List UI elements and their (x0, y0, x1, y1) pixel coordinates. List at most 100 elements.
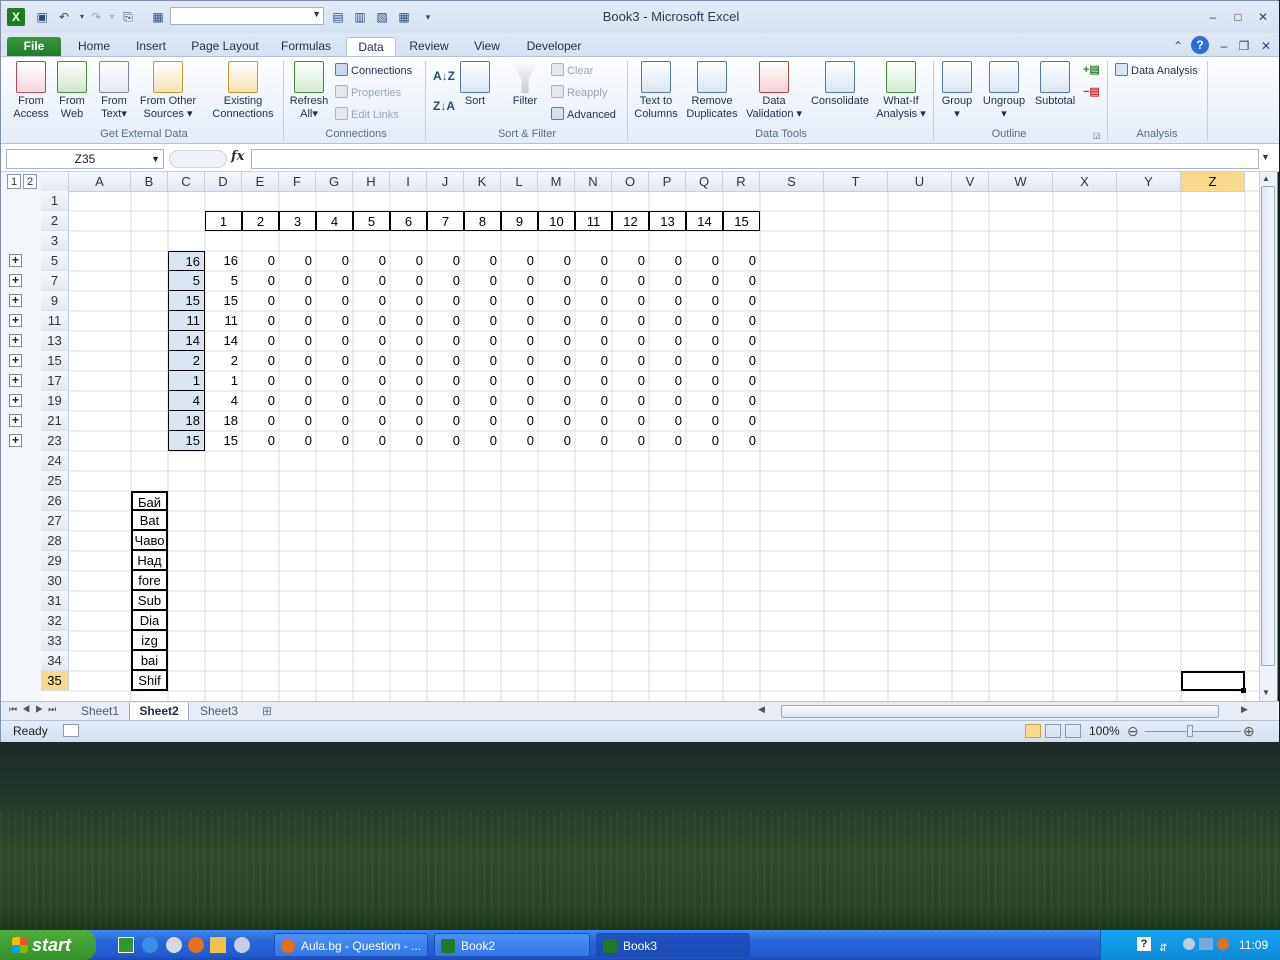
zero-cell[interactable]: 0 (538, 311, 575, 331)
calculator-icon[interactable]: ▦ (149, 8, 167, 26)
zero-cell[interactable]: 0 (427, 351, 464, 371)
zero-cell[interactable]: 0 (501, 431, 538, 451)
expand-group-button[interactable]: + (9, 394, 22, 407)
value-cell-c[interactable]: 14 (168, 331, 205, 351)
formula-bar-resize-handle[interactable] (169, 150, 227, 168)
subtotal-button[interactable]: Subtotal (1031, 61, 1079, 108)
undo-icon[interactable]: ↶ (55, 8, 73, 26)
zero-cell[interactable]: 0 (279, 291, 316, 311)
zero-cell[interactable]: 0 (575, 271, 612, 291)
properties-button[interactable]: Properties (335, 85, 401, 101)
column-header-C[interactable]: C (168, 172, 205, 192)
zero-cell[interactable]: 0 (723, 251, 760, 271)
zero-cell[interactable]: 0 (723, 411, 760, 431)
zero-cell[interactable]: 0 (353, 311, 390, 331)
word-cell[interactable]: fore (131, 571, 168, 591)
connections-button[interactable]: Connections (335, 63, 412, 79)
zero-cell[interactable]: 0 (538, 271, 575, 291)
zero-cell[interactable]: 0 (686, 371, 723, 391)
row-header-23[interactable]: 23 (41, 431, 69, 451)
sheet-tab-sheet2[interactable]: Sheet2 (129, 703, 189, 721)
zoom-in-icon[interactable]: ⊕ (1243, 723, 1255, 740)
header-number-cell[interactable]: 8 (464, 211, 501, 231)
word-cell[interactable]: Shif (131, 671, 168, 691)
header-number-cell[interactable]: 6 (390, 211, 427, 231)
value-cell-c[interactable]: 15 (168, 431, 205, 451)
zero-cell[interactable]: 0 (427, 391, 464, 411)
zero-cell[interactable]: 0 (353, 371, 390, 391)
column-header-U[interactable]: U (888, 172, 952, 192)
zero-cell[interactable]: 0 (427, 271, 464, 291)
tab-view[interactable]: View (463, 37, 511, 57)
name-box[interactable]: Z35 ▼ (6, 149, 164, 169)
row-header-26[interactable]: 26 (41, 491, 69, 511)
insert-sheet-icon[interactable]: ⊞ (251, 703, 283, 721)
fill-handle[interactable] (1241, 688, 1246, 693)
zero-cell[interactable]: 0 (279, 271, 316, 291)
zero-cell[interactable]: 0 (575, 431, 612, 451)
zero-cell[interactable]: 0 (538, 251, 575, 271)
expand-group-button[interactable]: + (9, 314, 22, 327)
zero-cell[interactable]: 0 (353, 351, 390, 371)
zero-cell[interactable]: 0 (501, 251, 538, 271)
zero-cell[interactable]: 0 (316, 271, 353, 291)
row-header-24[interactable]: 24 (41, 451, 69, 471)
zero-cell[interactable]: 0 (353, 411, 390, 431)
column-header-L[interactable]: L (501, 172, 538, 192)
zero-cell[interactable]: 0 (575, 331, 612, 351)
zero-cell[interactable]: 0 (427, 411, 464, 431)
zero-cell[interactable]: 0 (316, 311, 353, 331)
zero-cell[interactable]: 0 (649, 331, 686, 351)
zero-cell[interactable]: 0 (538, 391, 575, 411)
zero-cell[interactable]: 0 (612, 371, 649, 391)
expand-formula-bar-icon[interactable]: ▼ (1261, 152, 1270, 162)
row-header-31[interactable]: 31 (41, 591, 69, 611)
column-header-M[interactable]: M (538, 172, 575, 192)
column-header-B[interactable]: B (131, 172, 168, 192)
column-header-V[interactable]: V (952, 172, 989, 192)
active-cell-selection[interactable] (1181, 671, 1245, 691)
expand-group-button[interactable]: + (9, 374, 22, 387)
zero-cell[interactable]: 0 (575, 411, 612, 431)
tab-home[interactable]: Home (69, 37, 119, 57)
column-header-P[interactable]: P (649, 172, 686, 192)
reapply-button[interactable]: Reapply (551, 85, 607, 101)
data-validation-button[interactable]: Data Validation ▾ (741, 61, 807, 121)
value-cell-c[interactable]: 4 (168, 391, 205, 411)
zero-cell[interactable]: 0 (427, 331, 464, 351)
column-header-R[interactable]: R (723, 172, 760, 192)
row-header-15[interactable]: 15 (41, 351, 69, 371)
text-to-columns-button[interactable]: Text to Columns (631, 61, 681, 121)
zero-cell[interactable]: 0 (723, 431, 760, 451)
outline-dialog-launcher-icon[interactable]: ◲ (1093, 129, 1101, 145)
column-header-G[interactable]: G (316, 172, 353, 192)
header-number-cell[interactable]: 14 (686, 211, 723, 231)
zero-cell[interactable]: 0 (501, 311, 538, 331)
excel-logo-icon[interactable]: X (7, 8, 25, 26)
zero-cell[interactable]: 0 (353, 331, 390, 351)
column-header-J[interactable]: J (427, 172, 464, 192)
word-cell[interactable]: Dia (131, 611, 168, 631)
tab-file[interactable]: File (7, 37, 61, 57)
tray-back-icon[interactable] (1183, 938, 1195, 950)
internet-explorer-icon[interactable] (142, 937, 158, 953)
row-header-28[interactable]: 28 (41, 531, 69, 551)
zero-cell[interactable]: 0 (612, 391, 649, 411)
zero-cell[interactable]: 0 (612, 311, 649, 331)
sort-z-to-a-icon[interactable]: Z↓A (433, 99, 455, 115)
zero-cell[interactable]: 0 (723, 291, 760, 311)
zero-cell[interactable]: 0 (316, 391, 353, 411)
horizontal-scroll-thumb[interactable] (781, 705, 1219, 718)
word-cell[interactable]: Bat (131, 511, 168, 531)
tab-insert[interactable]: Insert (125, 37, 177, 57)
customize-qat-icon[interactable]: ▾ (419, 8, 437, 26)
from-web-button[interactable]: From Web (51, 61, 93, 121)
word-cell[interactable]: Sub (131, 591, 168, 611)
header-number-cell[interactable]: 3 (279, 211, 316, 231)
expand-group-button[interactable]: + (9, 254, 22, 267)
ungroup-button[interactable]: Ungroup ▾ (979, 61, 1029, 121)
row-header-11[interactable]: 11 (41, 311, 69, 331)
zero-cell[interactable]: 0 (464, 431, 501, 451)
zero-cell[interactable]: 0 (390, 251, 427, 271)
zero-cell[interactable]: 0 (538, 411, 575, 431)
